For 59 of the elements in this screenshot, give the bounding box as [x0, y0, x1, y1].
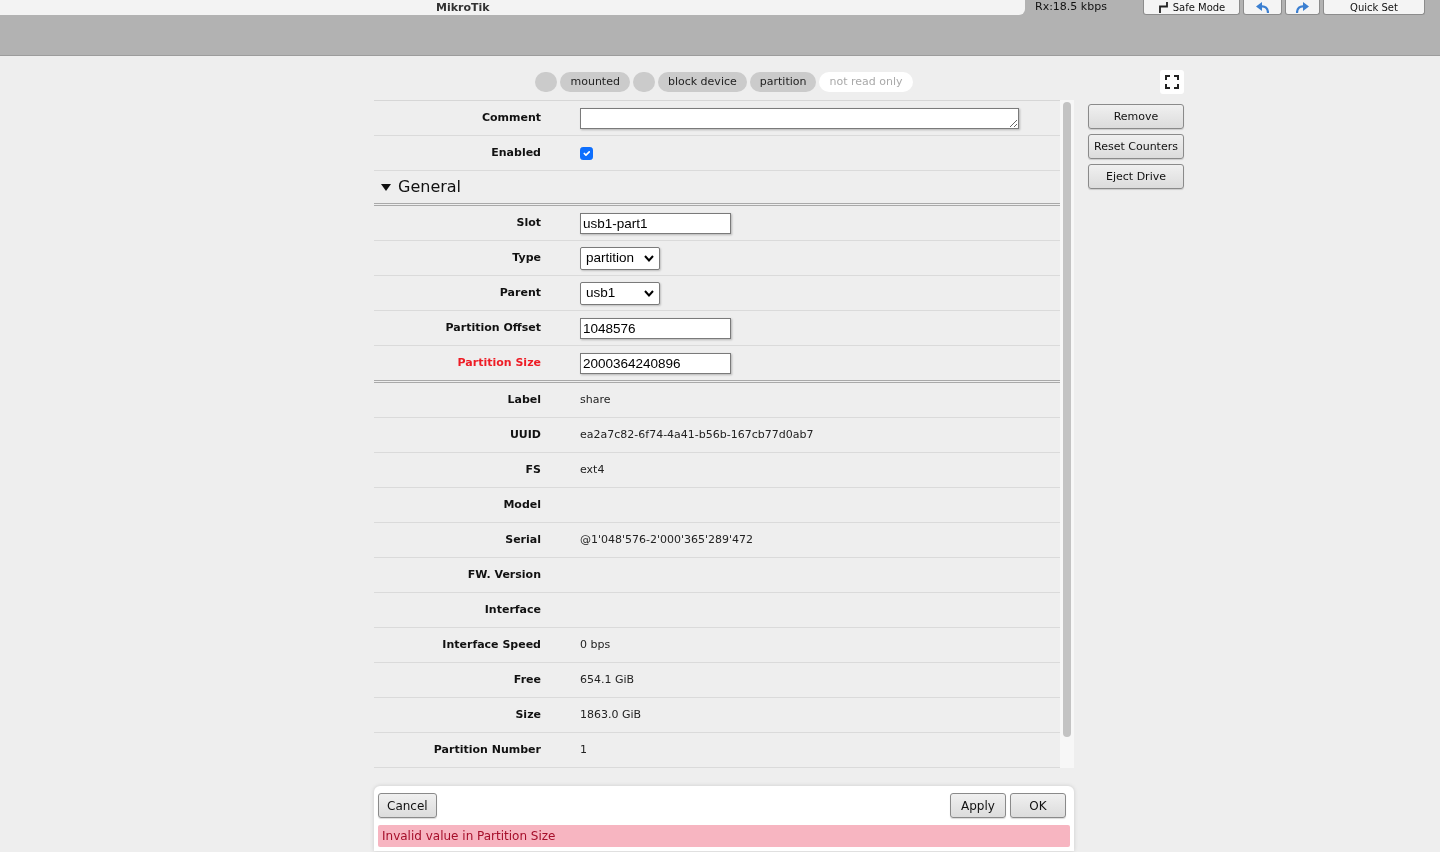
field-label: Comment [481, 110, 541, 124]
brand-title: MikroTik [436, 1, 490, 15]
safe-mode-button[interactable]: Safe Mode [1143, 0, 1240, 15]
action-button[interactable]: Remove [1088, 104, 1184, 129]
field-value: ea2a7c82-6f74-4a41-b56b-167cb77d0ab7 [580, 426, 814, 443]
field-label: Label [507, 392, 541, 406]
field-label: FW. Version [467, 567, 541, 581]
dialog-button[interactable]: OK [1010, 793, 1066, 818]
dropdown[interactable]: partition [580, 246, 661, 270]
field-label: Parent [499, 285, 541, 299]
field-label: Interface Speed [442, 637, 541, 651]
comment-field[interactable] [580, 107, 1019, 129]
field-value: @1'048'576-2'000'365'289'472 [580, 531, 754, 548]
field-label: Slot [516, 215, 541, 229]
field-label: Serial [505, 532, 541, 546]
text-field[interactable]: 2000364240896 [580, 352, 731, 374]
rx-rate: Rx:18.5 kbps [1035, 0, 1107, 14]
field-label: Partition Number [433, 742, 541, 756]
redo-button[interactable] [1285, 0, 1320, 15]
redo-icon [1296, 1, 1309, 13]
field-label: Partition Size [457, 355, 541, 369]
status-flag: mounted [560, 72, 630, 92]
dialog-button[interactable]: Cancel [378, 793, 437, 818]
undo-button[interactable] [1243, 0, 1282, 15]
status-flag: block device [657, 72, 747, 92]
field-value: share [580, 391, 611, 408]
field-value: 0 bps [580, 636, 611, 653]
error-message: Invalid value in Partition Size [382, 828, 556, 845]
fullscreen-button[interactable] [1160, 70, 1184, 94]
field-value: 654.1 GiB [580, 671, 635, 688]
fullscreen-icon [1165, 75, 1179, 89]
chevron-icon [644, 289, 654, 297]
action-button[interactable]: Reset Counters [1088, 134, 1184, 159]
dropdown[interactable]: usb1 [580, 281, 660, 305]
dialog-button[interactable]: Apply [950, 793, 1006, 818]
field-label: Interface [484, 602, 541, 616]
scrollbar-thumb[interactable] [1063, 102, 1071, 737]
field-label: Type [512, 250, 541, 264]
text-field[interactable]: usb1-part1 [580, 212, 731, 234]
angled-line-icon [1157, 1, 1168, 13]
field-label: Free [513, 672, 541, 686]
checkbox[interactable] [580, 146, 593, 160]
chevron-icon [644, 254, 655, 262]
text-field[interactable]: 1048576 [580, 317, 731, 339]
action-button[interactable]: Eject Drive [1088, 164, 1184, 189]
section-title[interactable]: General [398, 175, 462, 199]
field-label: Enabled [491, 145, 541, 159]
field-label: Partition Offset [445, 320, 541, 334]
field-label: UUID [509, 427, 541, 441]
undo-icon [1256, 1, 1269, 13]
field-label: Size [515, 707, 541, 721]
field-label: FS [525, 462, 541, 476]
field-value: 1863.0 GiB [580, 706, 642, 723]
status-flag: not read only [819, 72, 913, 92]
field-value: ext4 [580, 461, 605, 478]
toolbar-button[interactable]: Quick Set [1323, 0, 1425, 15]
status-flag: partition [749, 72, 817, 92]
field-value: 1 [580, 741, 587, 758]
field-label: Model [503, 497, 541, 511]
